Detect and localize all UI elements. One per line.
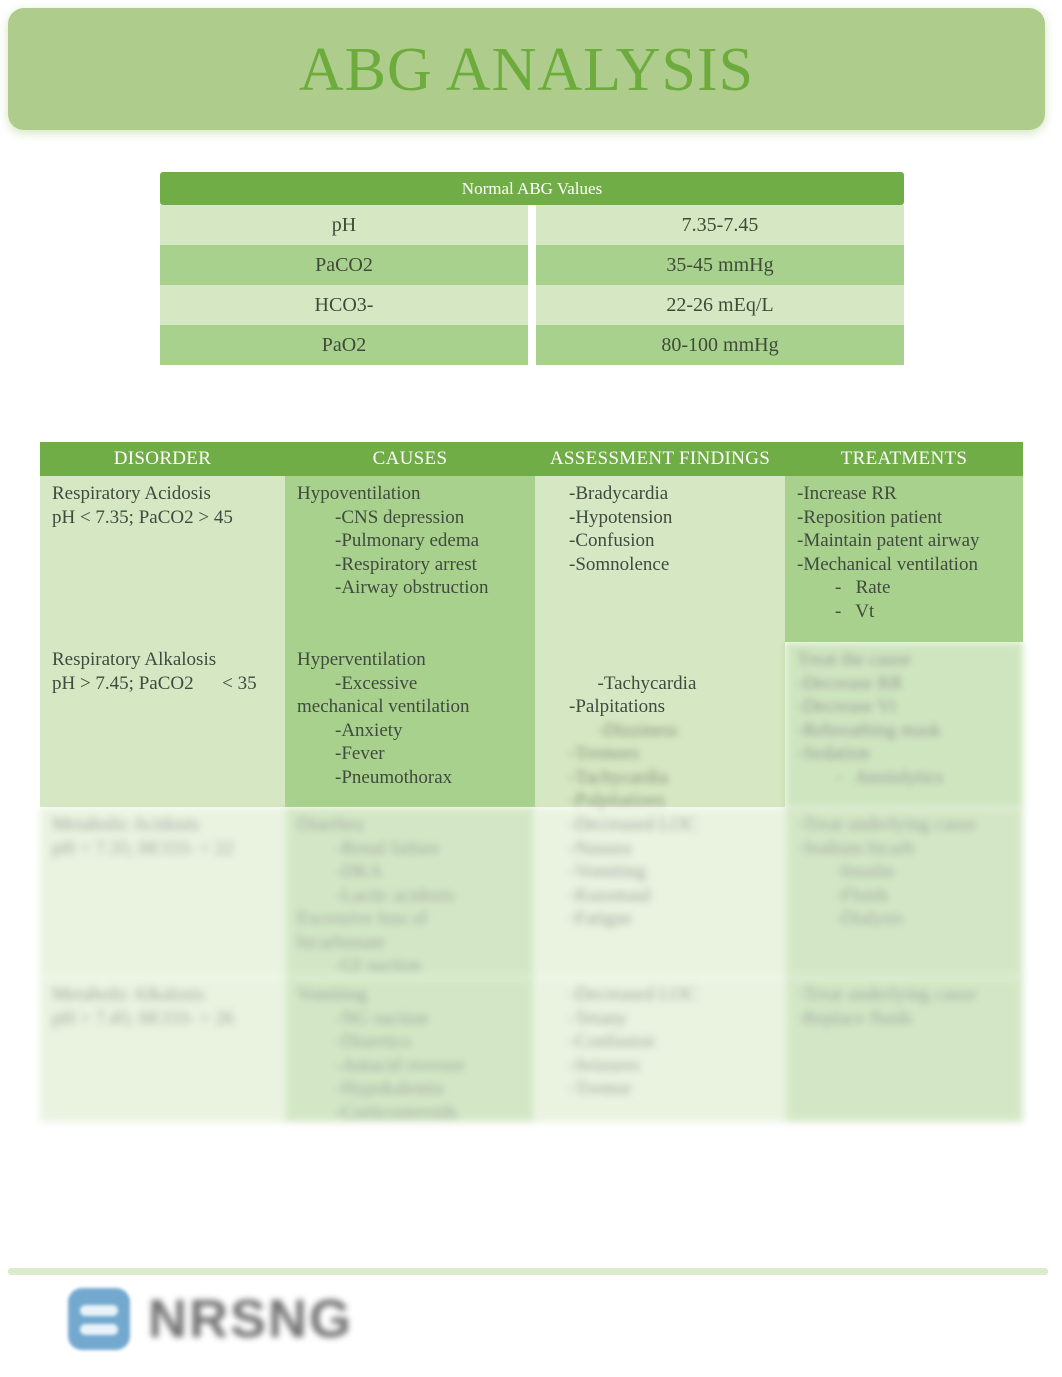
cell-disorder: Respiratory Acidosis pH < 7.35; PaCO2 > … [40,476,285,642]
cell-causes: Hyperventilation -Excessive mechanical v… [285,642,535,807]
brand-wordmark: NRSNG [148,1289,354,1349]
abg-value-hco3: 22-26 mEq/L [536,285,904,325]
column-divider [528,325,536,365]
table-row: PaCO2 35-45 mmHg [160,245,904,285]
column-divider [528,285,536,325]
cell-assessment-findings: -Decreased LOC -Tetany -Confusion -Seizu… [535,977,785,1122]
cell-assessment-findings: -Decreased LOC -Nausea -Vomiting -Kussma… [535,807,785,977]
table-header-row: DISORDER CAUSES ASSESSMENT FINDINGS TREA… [40,442,1023,476]
abg-table-header: Normal ABG Values [160,172,904,205]
footer-logo: NRSNG [68,1288,353,1350]
abg-value-paco2: 35-45 mmHg [536,245,904,285]
column-header-causes: CAUSES [372,448,448,469]
table-row: Respiratory Acidosis pH < 7.35; PaCO2 > … [40,476,1023,642]
column-divider [528,245,536,285]
cell-treatments: Treat the cause -Decrease RR -Decrease V… [785,642,1023,807]
findings-legible-text: -Tachycardia -Palpitations [569,672,697,718]
page-title: ABG ANALYSIS [298,36,755,104]
table-row: Metabolic Acidosis pH < 7.35; HCO3- < 22… [40,807,1023,977]
cell-treatments: -Treat underlying cause -Replace fluids [785,977,1023,1122]
cell-causes: Vomiting -NG suction -Diuretics -Antacid… [285,977,535,1123]
normal-abg-values-table: Normal ABG Values pH 7.35-7.45 PaCO2 35-… [160,172,904,365]
footer-divider [8,1268,1048,1275]
cell-assessment-findings: -Bradycardia -Hypotension -Confusion -So… [535,476,785,642]
abg-label-paco2: PaCO2 [160,245,528,285]
column-header-assessment-findings: ASSESSMENT FINDINGS [549,448,771,469]
abg-label-ph: pH [160,205,528,245]
cell-disorder: Respiratory Alkalosis pH > 7.45; PaCO2 <… [40,642,285,807]
abg-value-ph: 7.35-7.45 [536,205,904,245]
abg-value-pao2: 80-100 mmHg [536,325,904,365]
table-row: Metabolic Alkalosis pH > 7.45; HCO3- > 2… [40,977,1023,1123]
column-header-disorder: DISORDER [113,448,212,469]
table-row: Respiratory Alkalosis pH > 7.45; PaCO2 <… [40,642,1023,811]
findings-illegible-text: -Dizziness -Tremors -Tachycardia -Palpit… [569,719,678,812]
table-row: PaO2 80-100 mmHg [160,325,904,365]
title-banner: ABG ANALYSIS [8,8,1045,130]
cell-disorder: Metabolic Acidosis pH < 7.35; HCO3- < 22 [40,807,285,977]
table-row: pH 7.35-7.45 [160,205,904,245]
abg-label-hco3: HCO3- [160,285,528,325]
table-row: HCO3- 22-26 mEq/L [160,285,904,325]
cell-treatments: -Increase RR -Reposition patient -Mainta… [785,476,1023,642]
cell-treatments: -Treat underlying cause -Sodium bicarb -… [785,807,1023,977]
nrsng-logo-icon [68,1288,130,1350]
cell-assessment-findings: -Tachycardia -Palpitations -Dizziness -T… [535,642,785,811]
abg-label-pao2: PaO2 [160,325,528,365]
cell-causes: Hypoventilation -CNS depression -Pulmona… [285,476,535,642]
column-divider [528,205,536,245]
cell-causes: Diarrhea -Renal failure -DKA -Lactic aci… [285,807,535,977]
cell-disorder: Metabolic Alkalosis pH > 7.45; HCO3- > 2… [40,977,285,1122]
disorder-table: DISORDER CAUSES ASSESSMENT FINDINGS TREA… [40,442,1023,1123]
column-header-treatments: TREATMENTS [840,448,968,469]
